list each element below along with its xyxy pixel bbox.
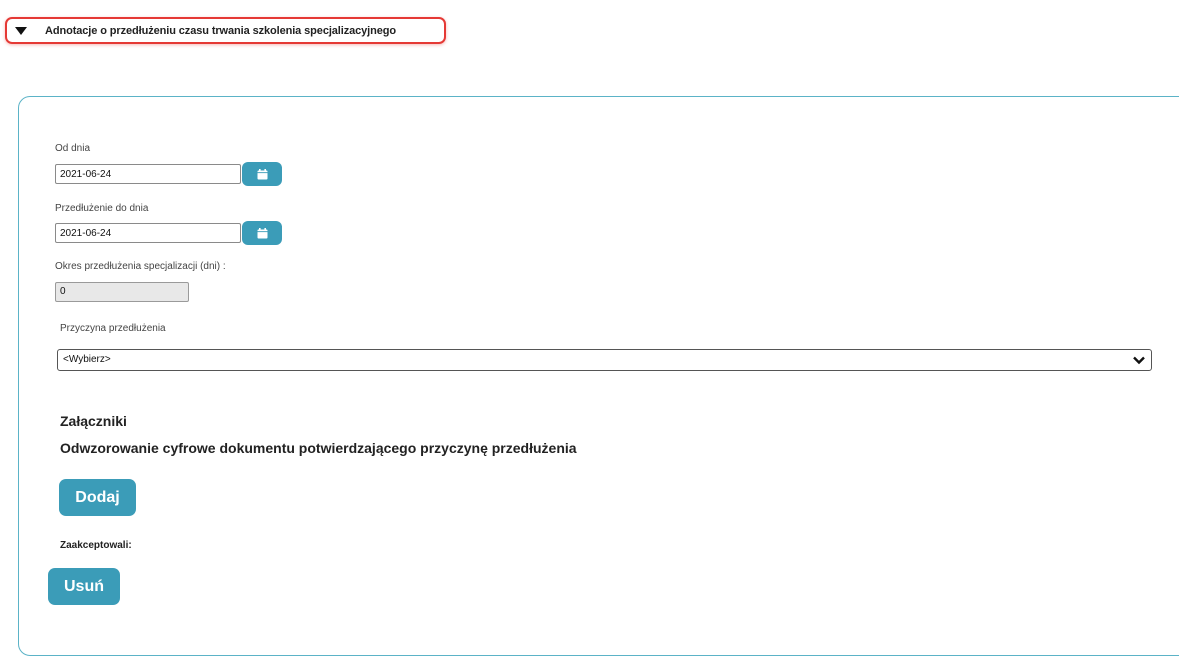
section-toggle[interactable]: Adnotacje o przedłużeniu czasu trwania s… bbox=[5, 17, 446, 44]
extension-period-field: 0 bbox=[55, 282, 189, 302]
calendar-icon bbox=[257, 168, 267, 179]
extension-date-label: Przedłużenie do dnia bbox=[55, 203, 149, 214]
caret-down-icon[interactable] bbox=[15, 26, 27, 35]
reason-select[interactable]: <Wybierz> bbox=[57, 349, 1152, 371]
from-date-label: Od dnia bbox=[55, 143, 91, 154]
extension-period-label: Okres przedłużenia specjalizacji (dni) : bbox=[55, 261, 226, 272]
extension-date-calendar-button[interactable] bbox=[242, 221, 282, 245]
reason-select-value: <Wybierz> bbox=[63, 354, 111, 365]
accepted-heading: Zaakceptowali: bbox=[60, 540, 132, 551]
section-title: Adnotacje o przedłużeniu czasu trwania s… bbox=[45, 24, 397, 37]
attachments-heading: Załączniki bbox=[60, 413, 127, 429]
chevron-down-icon bbox=[1133, 356, 1145, 365]
from-date-calendar-button[interactable] bbox=[242, 162, 282, 186]
from-date-input[interactable] bbox=[55, 164, 241, 184]
extension-date-input[interactable] bbox=[55, 223, 241, 243]
add-attachment-button[interactable]: Dodaj bbox=[59, 479, 136, 516]
attachments-description: Odwzorowanie cyfrowe dokumentu potwierdz… bbox=[60, 440, 577, 456]
remove-button[interactable]: Usuń bbox=[48, 568, 120, 605]
calendar-icon bbox=[257, 227, 267, 238]
reason-label: Przyczyna przedłużenia bbox=[60, 323, 166, 334]
